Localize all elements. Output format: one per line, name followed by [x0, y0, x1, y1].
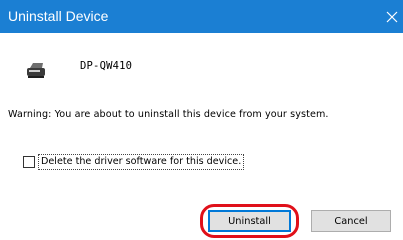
device-name: DP-QW410 [80, 60, 133, 72]
delete-driver-label[interactable]: Delete the driver software for this devi… [38, 154, 245, 170]
close-button[interactable] [381, 0, 403, 33]
cancel-button[interactable]: Cancel [311, 210, 391, 232]
window-title: Uninstall Device [8, 8, 109, 24]
delete-driver-checkbox[interactable] [23, 156, 35, 168]
printer-icon [24, 60, 48, 80]
uninstall-button[interactable]: Uninstall [208, 210, 291, 232]
title-bar: Uninstall Device [0, 0, 403, 33]
dialog-body [0, 33, 403, 240]
warning-message: Warning: You are about to uninstall this… [8, 109, 329, 120]
close-icon [386, 11, 398, 23]
